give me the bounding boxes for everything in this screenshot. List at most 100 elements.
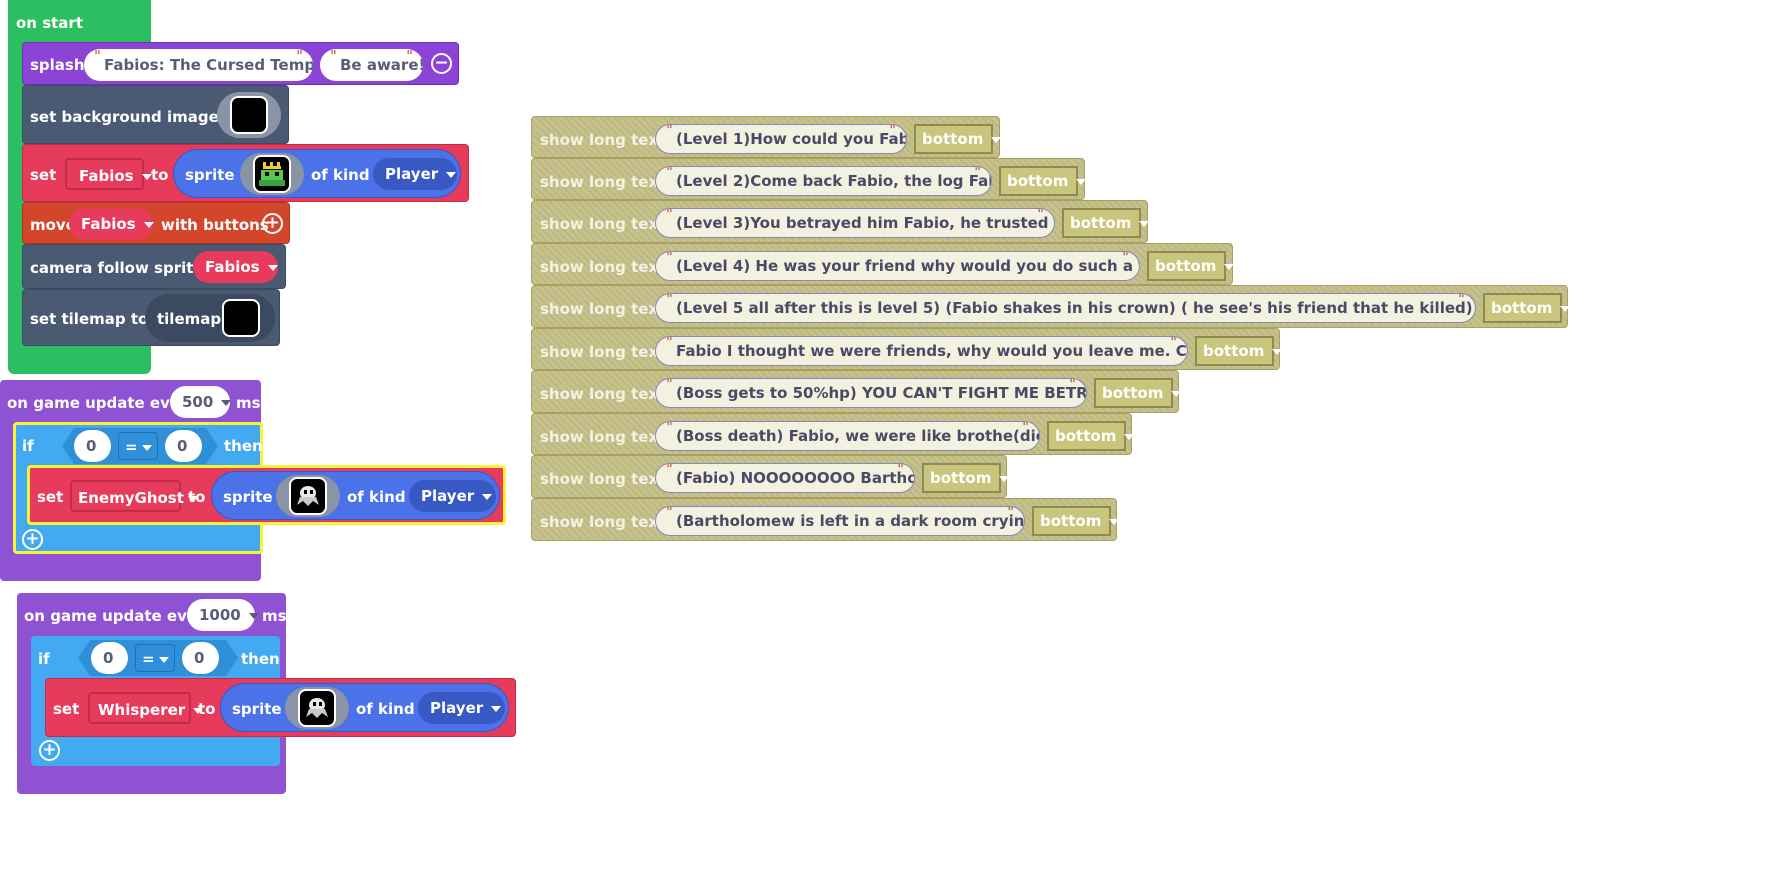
sprite-of-kind-block[interactable]: sprite of kind Player <box>173 149 461 198</box>
operator-dropdown[interactable]: = <box>135 644 175 672</box>
show-long-text-block[interactable]: show long text " (Bartholomew is left in … <box>531 498 1120 541</box>
camera-follow-block[interactable]: camera follow sprite Fabios <box>22 244 286 289</box>
background-image-slot[interactable] <box>217 92 281 138</box>
splash-title-input[interactable]: " Fabios: The Cursed Temple " <box>84 49 313 81</box>
show-long-text-block[interactable]: show long text " Fabio I thought we were … <box>531 328 1283 370</box>
position-dropdown[interactable]: bottom <box>914 124 1002 154</box>
set-sprite-block[interactable]: set Fabios to sprite of kind Player <box>22 144 469 202</box>
long-text-input[interactable]: " (Level 3)You betrayed him Fabio, he tru… <box>655 208 1055 238</box>
add-icon[interactable]: + <box>22 529 43 550</box>
splash-subtitle-input[interactable]: " Be aware! " <box>320 49 423 81</box>
long-text-input[interactable]: " Fabio I thought we were friends, why wo… <box>655 336 1188 366</box>
set-label: set <box>30 166 57 184</box>
move-with-buttons-block[interactable]: move Fabios with buttons + <box>22 202 290 244</box>
sprite-image-slot[interactable] <box>285 687 349 729</box>
chevron-down-icon <box>446 171 457 178</box>
sprite-image-slot[interactable] <box>276 475 340 517</box>
ghost-sprite-icon <box>298 689 336 727</box>
set-background-label: set background image to <box>30 108 242 126</box>
position-dropdown[interactable]: bottom <box>1195 336 1283 366</box>
set-tilemap-block[interactable]: set tilemap to tilemap <box>22 289 280 346</box>
tilemap-slot[interactable]: tilemap <box>145 294 275 342</box>
right-operand[interactable]: 0 <box>182 642 219 674</box>
show-long-text-label: show long text <box>540 385 666 403</box>
kind-dropdown-player[interactable]: Player <box>409 480 496 512</box>
show-long-text-block[interactable]: show long text " (Level 1)How could you F… <box>531 116 1002 158</box>
chevron-down-icon <box>1124 433 1135 440</box>
chevron-down-icon <box>999 475 1010 482</box>
sprite-of-kind-block[interactable]: sprite of kind Player <box>220 683 509 732</box>
show-long-text-label: show long text <box>540 173 666 191</box>
add-icon[interactable]: + <box>262 213 283 234</box>
position-dropdown[interactable]: bottom <box>1062 208 1150 238</box>
variable-dropdown-fabios[interactable]: Fabios <box>65 158 152 190</box>
position-dropdown[interactable]: bottom <box>1047 421 1135 451</box>
variable-dropdown-whisperer[interactable]: Whisperer <box>88 692 204 724</box>
long-text-input[interactable]: " (Level 1)How could you Fabio " <box>655 124 907 154</box>
set-tilemap-label: set tilemap to <box>30 310 149 328</box>
chevron-down-icon <box>1076 178 1087 185</box>
sprite-label: sprite <box>185 166 235 184</box>
ghost-sprite-icon <box>289 477 327 515</box>
position-dropdown[interactable]: bottom <box>1094 378 1182 408</box>
long-text-input[interactable]: " (Level 2)Come back Fabio, the log Fabio… <box>655 166 992 196</box>
chevron-down-icon <box>248 612 259 619</box>
chevron-down-icon <box>267 264 278 271</box>
black-image-thumbnail <box>230 96 268 134</box>
operator-dropdown[interactable]: = <box>118 432 158 460</box>
position-dropdown[interactable]: bottom <box>922 463 1010 493</box>
variable-dropdown-fabios[interactable]: Fabios <box>193 251 278 283</box>
set-background-block[interactable]: set background image to <box>22 85 289 144</box>
variable-dropdown-enemyghost[interactable]: EnemyGhost <box>70 480 198 512</box>
show-long-text-block[interactable]: show long text "(Fabio) NOOOOOOOO Bartho… <box>531 455 1010 498</box>
long-text-input[interactable]: " (Level 5 all after this is level 5) (Fa… <box>655 293 1476 323</box>
chevron-down-icon <box>1109 518 1120 525</box>
right-operand[interactable]: 0 <box>165 430 202 462</box>
sprite-of-kind-block[interactable]: sprite of kind Player <box>211 471 500 520</box>
long-text-input[interactable]: " (Level 4) He was your friend why would … <box>655 251 1140 281</box>
show-long-text-block[interactable]: show long text " (Boss gets to 50%hp) YOU… <box>531 370 1182 413</box>
remove-icon[interactable]: − <box>431 53 452 74</box>
tilemap-thumbnail <box>222 299 260 337</box>
splash-label: splash <box>30 56 85 74</box>
long-text-input[interactable]: " (Boss gets to 50%hp) YOU CAN'T FIGHT ME… <box>655 378 1087 408</box>
show-long-text-block[interactable]: show long text " (Level 5 all after this … <box>531 285 1571 328</box>
show-long-text-block[interactable]: show long text " (Level 3)You betrayed hi… <box>531 200 1150 243</box>
set-label: set <box>53 700 80 718</box>
show-long-text-block[interactable]: show long text " (Level 4) He was your fr… <box>531 243 1235 285</box>
set-enemyghost-block[interactable]: set EnemyGhost to sprite of kind Player <box>27 465 506 525</box>
long-text-input[interactable]: " (Bartholomew is left in a dark room cry… <box>655 506 1025 536</box>
sprite-image-slot[interactable] <box>240 153 304 195</box>
show-long-text-block[interactable]: show long text " (Level 2)Come back Fabio… <box>531 158 1087 200</box>
ms-label: ms <box>236 394 261 412</box>
chevron-down-icon <box>1171 390 1182 397</box>
interval-dropdown[interactable]: 1000 <box>187 599 259 631</box>
interval-dropdown[interactable]: 500 <box>170 386 232 418</box>
show-long-text-block[interactable]: show long text " (Boss death) Fabio, we w… <box>531 413 1135 455</box>
set-whisperer-block[interactable]: set Whisperer to sprite of kind Player <box>45 678 516 737</box>
chevron-down-icon <box>143 221 154 228</box>
chevron-down-icon <box>1560 305 1571 312</box>
on-start-label: on start <box>16 14 83 32</box>
kind-dropdown-player[interactable]: Player <box>373 158 457 190</box>
chevron-down-icon <box>491 705 502 712</box>
show-long-text-label: show long text <box>540 428 666 446</box>
long-text-input[interactable]: "(Fabio) NOOOOOOOO Bartholomew" <box>655 463 915 493</box>
show-long-text-label: show long text <box>540 258 666 276</box>
long-text-input[interactable]: " (Boss death) Fabio, we were like brothe… <box>655 421 1040 451</box>
chevron-down-icon <box>1272 348 1283 355</box>
with-buttons-label: with buttons <box>161 216 269 234</box>
position-dropdown[interactable]: bottom <box>1147 251 1235 281</box>
position-dropdown[interactable]: bottom <box>1032 506 1120 536</box>
kind-dropdown-player[interactable]: Player <box>418 692 505 724</box>
position-dropdown[interactable]: bottom <box>999 166 1087 196</box>
splash-block[interactable]: splash " Fabios: The Cursed Temple " " Be a… <box>22 42 459 85</box>
left-operand[interactable]: 0 <box>74 430 111 462</box>
add-icon[interactable]: + <box>39 740 60 761</box>
position-dropdown[interactable]: bottom <box>1483 293 1571 323</box>
show-long-text-label: show long text <box>540 215 666 233</box>
variable-dropdown-fabios[interactable]: Fabios <box>69 208 154 240</box>
crowned-frog-sprite-icon <box>253 155 291 193</box>
show-long-text-label: show long text <box>540 300 666 318</box>
left-operand[interactable]: 0 <box>91 642 128 674</box>
